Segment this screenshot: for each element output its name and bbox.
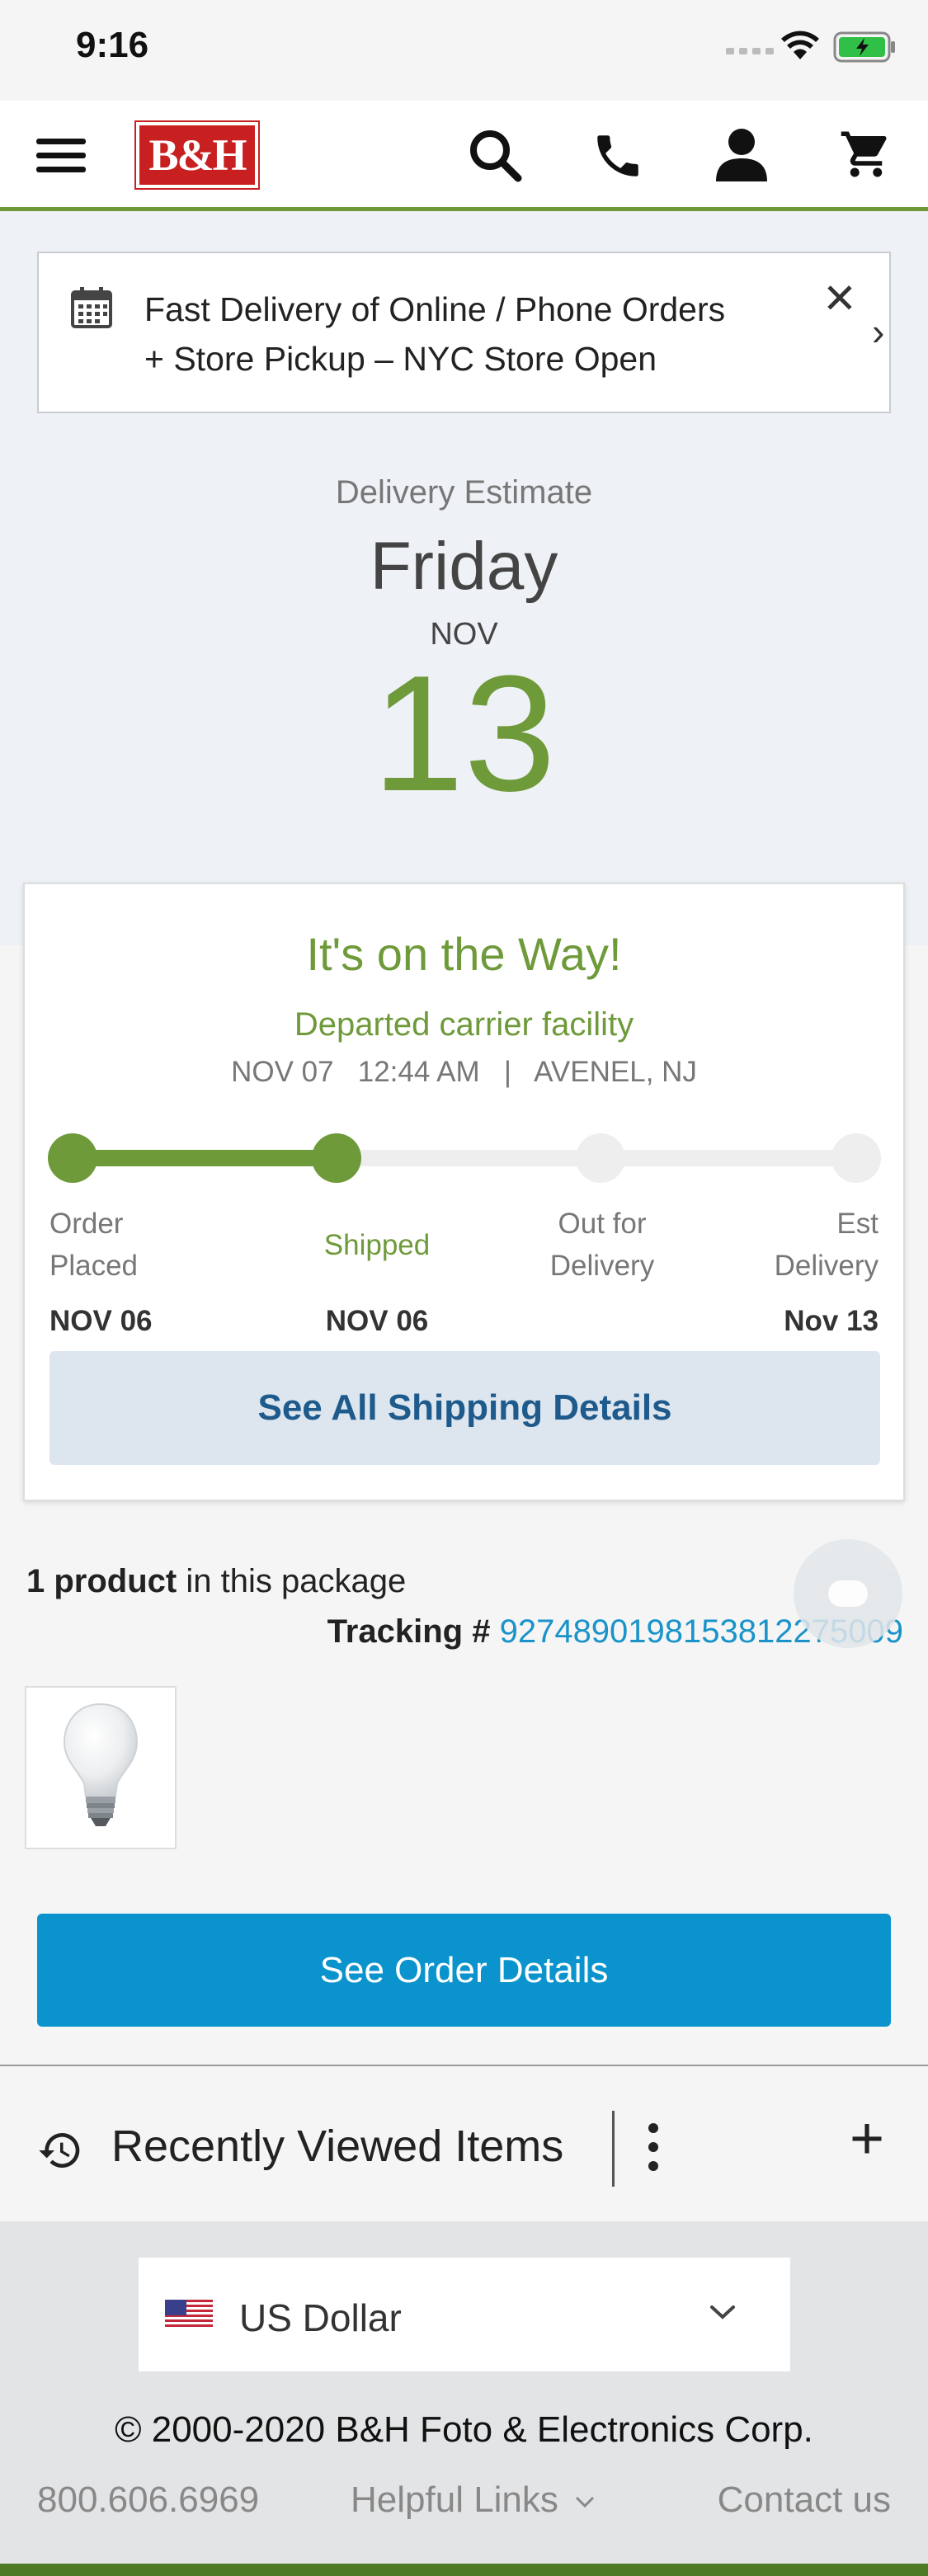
product-thumbnail[interactable] — [25, 1686, 177, 1849]
account-icon[interactable] — [714, 127, 769, 183]
signal-icon — [726, 48, 774, 54]
step-label-line: Placed — [49, 1250, 139, 1282]
wifi-icon — [781, 31, 819, 59]
step-label-line: Delivery — [774, 1250, 879, 1282]
chevron-down-icon — [576, 2497, 595, 2508]
tracking-label: Tracking # — [327, 1613, 491, 1650]
search-icon[interactable] — [469, 129, 523, 183]
site-header: B&H — [0, 101, 928, 211]
step-label-line: Out for — [558, 1208, 647, 1240]
calendar-icon — [71, 287, 112, 328]
more-vertical-icon[interactable] — [648, 2122, 659, 2172]
package-suffix: in this package — [186, 1563, 407, 1599]
status-bar: 9:16 — [0, 0, 928, 101]
banner-line-2: + Store Pickup – NYC Store Open — [144, 340, 657, 378]
estimate-date: 13 — [372, 642, 556, 826]
recently-viewed-title: Recently Viewed Items — [111, 2122, 564, 2171]
us-flag-icon — [165, 2300, 213, 2329]
step-label-out-for-delivery: Out for Delivery — [520, 1203, 685, 1287]
step-date-shipped: NOV 06 — [325, 1305, 429, 1337]
event-location: AVENEL, NJ — [534, 1056, 697, 1088]
step-label-shipped: Shipped — [282, 1224, 472, 1266]
step-label-order-placed: Order Placed — [49, 1203, 138, 1287]
helpful-links-label: Helpful Links — [351, 2479, 558, 2520]
event-date: NOV 07 — [231, 1056, 334, 1088]
light-bulb-icon — [63, 1702, 139, 1826]
close-icon[interactable]: ✕ — [822, 278, 857, 319]
battery-icon — [833, 31, 895, 63]
see-order-details-button[interactable]: See Order Details — [37, 1914, 891, 2027]
step-label-line: Order — [49, 1208, 124, 1240]
step-label-line: Shipped — [323, 1229, 431, 1261]
phone-icon[interactable] — [591, 129, 645, 183]
shipment-status: Departed carrier facility — [294, 1006, 634, 1043]
chat-icon[interactable] — [794, 1539, 902, 1648]
step-label-est-delivery: Est Delivery — [775, 1203, 879, 1287]
cart-icon[interactable] — [838, 127, 894, 181]
expand-plus-icon[interactable]: + — [850, 2109, 884, 2169]
history-icon — [39, 2133, 80, 2168]
step-node-order-placed — [48, 1133, 97, 1183]
chevron-down-icon — [710, 2305, 735, 2319]
site-footer: US Dollar © 2000-2020 B&H Foto & Electro… — [0, 2221, 928, 2576]
estimate-day: Friday — [370, 529, 558, 604]
helpful-links-toggle[interactable]: Helpful Links — [351, 2479, 596, 2521]
shipment-headline: It's on the Way! — [306, 928, 622, 980]
chevron-right-icon[interactable]: › — [872, 313, 884, 351]
contact-us-link[interactable]: Contact us — [718, 2479, 891, 2521]
see-shipping-details-button[interactable]: See All Shipping Details — [49, 1351, 880, 1465]
step-date-order-placed: NOV 06 — [49, 1305, 153, 1337]
step-label-line: Est — [836, 1208, 879, 1240]
copyright: © 2000-2020 B&H Foto & Electronics Corp. — [115, 2409, 813, 2450]
event-time: 12:44 AM — [357, 1056, 480, 1088]
currency-value: US Dollar — [239, 2296, 402, 2339]
status-time: 9:16 — [76, 25, 149, 65]
event-separator: | — [503, 1056, 511, 1088]
bottom-accent-bar — [0, 2564, 928, 2576]
menu-icon[interactable] — [36, 137, 86, 175]
banner-line-1: Fast Delivery of Online / Phone Orders — [144, 290, 726, 328]
shipment-event: NOV 07 12:44 AM | AVENEL, NJ — [25, 1056, 903, 1089]
currency-select[interactable]: US Dollar — [139, 2258, 790, 2371]
bh-logo[interactable]: B&H — [134, 120, 260, 190]
banner-text: Fast Delivery of Online / Phone Orders +… — [144, 285, 804, 384]
recently-viewed-bar[interactable]: Recently Viewed Items + — [0, 2065, 928, 2221]
promo-banner[interactable]: Fast Delivery of Online / Phone Orders +… — [37, 252, 891, 413]
package-count: 1 product — [26, 1563, 177, 1599]
step-node-shipped — [312, 1133, 361, 1183]
step-label-line: Delivery — [549, 1250, 655, 1282]
progress-fill — [73, 1150, 345, 1166]
package-summary: 1 product in this package — [26, 1563, 406, 1600]
logo-text: B&H — [139, 125, 255, 185]
footer-phone-link[interactable]: 800.606.6969 — [37, 2479, 259, 2521]
step-date-est-delivery: Nov 13 — [784, 1305, 879, 1337]
step-node-est-delivery — [831, 1133, 881, 1183]
estimate-label: Delivery Estimate — [335, 474, 593, 511]
progress-tracker — [48, 1132, 881, 1184]
divider — [612, 2111, 615, 2187]
step-node-out-for-delivery — [576, 1133, 625, 1183]
tracking-card: It's on the Way! Departed carrier facili… — [23, 883, 905, 1501]
